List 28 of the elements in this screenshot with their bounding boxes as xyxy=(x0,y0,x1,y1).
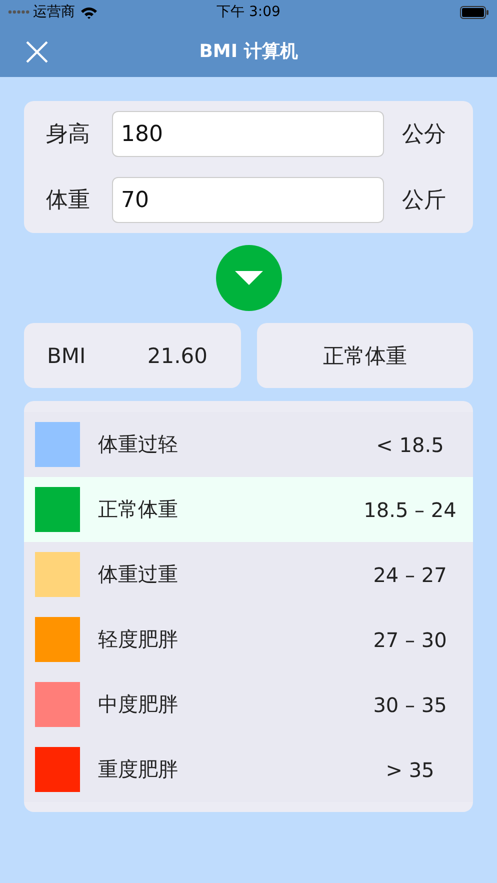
unit-label: 公分 xyxy=(402,121,446,149)
input-label: 体重 xyxy=(45,187,91,215)
category-range: 24 – 27 xyxy=(372,562,448,586)
caret-down-icon xyxy=(234,271,262,285)
battery-icon xyxy=(460,6,489,18)
input-field[interactable]: 180 xyxy=(112,111,384,157)
input-label: 身高 xyxy=(45,121,91,149)
window-title: BMI 计算机 xyxy=(199,40,298,62)
status-time: 下午 3:09 xyxy=(216,3,280,21)
category-name: 轻度肥胖 xyxy=(98,626,179,653)
category-name: 体重过重 xyxy=(98,561,179,588)
unit-label: 公斤 xyxy=(402,187,446,215)
category-name: 体重过轻 xyxy=(98,431,179,458)
category-range: 27 – 30 xyxy=(372,628,448,652)
category-range: 18.5 – 24 xyxy=(362,498,458,522)
category-name: 中度肥胖 xyxy=(98,691,179,718)
category-name: 重度肥胖 xyxy=(98,756,179,783)
category-result: 正常体重 xyxy=(322,342,407,370)
category-range: 30 – 35 xyxy=(372,692,448,716)
input-field[interactable]: 70 xyxy=(112,177,384,223)
category-name: 正常体重 xyxy=(98,496,179,523)
signal-icon xyxy=(8,10,30,14)
category-range: < 18.5 xyxy=(375,432,445,456)
bmi-label: BMI xyxy=(47,344,86,368)
bmi-value: 21.60 xyxy=(147,344,208,368)
category-range: > 35 xyxy=(384,758,436,782)
wifi-icon xyxy=(80,6,98,18)
carrier-name: 运营商 xyxy=(33,3,75,21)
